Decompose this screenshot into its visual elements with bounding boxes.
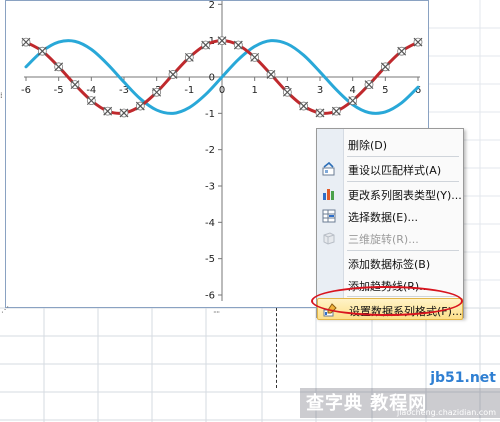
y-tick-label: -6 — [205, 291, 215, 302]
series-2-marker — [282, 87, 292, 97]
series-2-marker — [86, 96, 96, 106]
series-2-marker — [201, 40, 211, 50]
x-tick-label: 3 — [317, 85, 323, 96]
series-2-marker — [250, 52, 260, 62]
series-2-marker — [135, 101, 145, 111]
series-2-marker — [184, 52, 194, 62]
menu-item-delete[interactable]: 删除(D) — [317, 133, 463, 155]
series-2-marker — [168, 70, 178, 79]
chart-resize-handle-corner[interactable]: ⋰ — [1, 306, 9, 314]
series-2-marker — [413, 37, 423, 47]
x-tick-label: -5 — [54, 85, 64, 96]
y-tick-label: -3 — [205, 182, 215, 193]
series-2-marker — [331, 106, 341, 116]
menu-item-label: 添加数据标签(B) — [348, 258, 431, 271]
y-tick-label: -4 — [205, 218, 215, 229]
y-tick-label: -5 — [205, 254, 215, 265]
series-2-marker — [119, 108, 129, 118]
y-tick-label: 0 — [209, 73, 215, 84]
series-2-marker — [299, 101, 309, 111]
menu-item-label: 重设以匹配样式(A) — [348, 164, 442, 177]
menu-item-3d-rotation[interactable]: 三维旋转(R)... — [317, 227, 463, 249]
menu-item-label: 更改系列图表类型(Y)... — [348, 189, 462, 202]
menu-item-label: 删除(D) — [348, 139, 388, 152]
y-tick-label: 2 — [209, 1, 215, 11]
series-2-marker — [152, 87, 162, 97]
copy-marquee-border — [276, 308, 277, 388]
series-2-marker — [348, 96, 358, 106]
series-2-marker — [103, 106, 113, 116]
menu-separator — [347, 181, 459, 182]
series-2-marker — [397, 46, 407, 56]
y-tick-label: -2 — [205, 145, 215, 156]
chart-resize-handle-left[interactable]: ⁞ — [0, 92, 2, 100]
menu-separator — [347, 250, 459, 251]
menu-item-reset-style[interactable]: 重设以匹配样式(A) — [317, 158, 463, 180]
series-2-marker — [266, 70, 276, 79]
x-tick-label: -4 — [86, 85, 96, 96]
series-2-marker — [380, 62, 390, 72]
x-tick-label: 0 — [219, 85, 225, 96]
watermark-site: jb51.net — [430, 370, 496, 386]
select-data-icon — [322, 209, 336, 223]
x-tick-label: 1 — [251, 85, 257, 96]
series-2-marker — [70, 80, 80, 90]
chart-resize-handle-bottom[interactable]: ···· — [213, 309, 220, 317]
y-tick-label: -1 — [205, 109, 215, 120]
menu-separator — [347, 156, 459, 157]
series-2-marker — [364, 80, 374, 90]
3d-rotation-icon — [323, 232, 335, 245]
watermark-url: jiaocheng.chazidian.com — [396, 408, 496, 417]
series-2-marker — [233, 40, 243, 50]
x-tick-label: 4 — [349, 85, 355, 96]
menu-item-add-data-labels[interactable]: 添加数据标签(B) — [317, 252, 463, 274]
menu-item-change-chart-type[interactable]: 更改系列图表类型(Y)... — [317, 183, 463, 205]
series-2-marker — [37, 46, 47, 56]
chart-type-icon — [323, 189, 334, 200]
highlight-ellipse — [311, 286, 463, 316]
series-2-marker — [217, 36, 227, 46]
x-tick-label: -1 — [184, 85, 194, 96]
menu-item-select-data[interactable]: 选择数据(E)... — [317, 205, 463, 227]
x-tick-label: 5 — [382, 85, 388, 96]
watermark: jb51.net 查字典 教程网 jiaocheng.chazidian.com — [300, 370, 500, 422]
reset-style-icon — [322, 161, 335, 176]
series-2-marker — [54, 62, 64, 72]
x-tick-label: -6 — [21, 85, 31, 96]
series-2-marker — [21, 37, 31, 47]
menu-item-label: 三维旋转(R)... — [348, 233, 419, 246]
menu-item-label: 选择数据(E)... — [348, 211, 419, 224]
series-2-marker — [315, 108, 325, 118]
